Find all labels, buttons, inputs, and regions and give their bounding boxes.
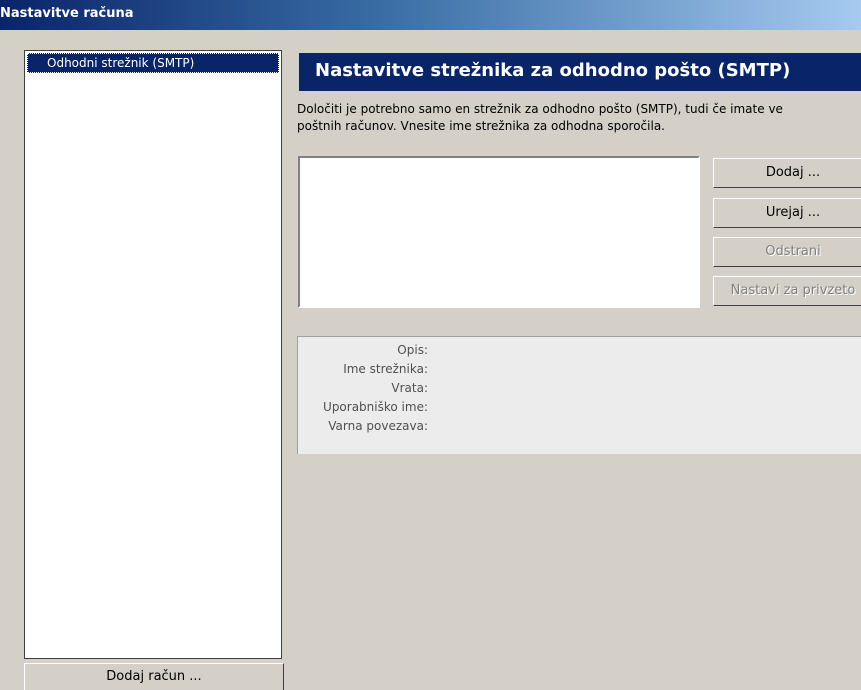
page-title-bar: Nastavitve strežnika za odhodno pošto (S…: [299, 53, 861, 91]
server-details-panel: Opis: Ime strežnika: Vrata: Uporabniško …: [297, 336, 861, 454]
description-line-2: poštnih računov. Vnesite ime strežnika z…: [297, 119, 665, 133]
set-default-button[interactable]: Nastavi za privzeto: [713, 276, 861, 306]
detail-label-description: Opis:: [397, 343, 428, 357]
add-server-label: Dodaj ...: [765, 165, 821, 180]
add-server-button[interactable]: Dodaj ...: [713, 158, 861, 188]
window-title: Nastavitve računa: [0, 6, 134, 21]
sidebar-item-label: Odhodni strežnik (SMTP): [47, 56, 195, 70]
smtp-server-list[interactable]: [298, 156, 700, 308]
detail-label-username: Uporabniško ime:: [323, 400, 428, 414]
window-title-bar: Nastavitve računa: [0, 0, 861, 30]
remove-server-label: Odstrani: [765, 244, 821, 259]
sidebar-item-outgoing-server[interactable]: Odhodni strežnik (SMTP): [27, 53, 279, 73]
detail-label-server-name: Ime strežnika:: [343, 362, 428, 376]
edit-server-label: Urejaj ...: [765, 205, 821, 220]
detail-label-port: Vrata:: [391, 381, 428, 395]
panel-description: Določiti je potrebno samo en strežnik za…: [297, 101, 861, 135]
remove-server-button[interactable]: Odstrani: [713, 237, 861, 267]
add-account-button[interactable]: Dodaj račun ...: [24, 663, 284, 690]
add-account-label: Dodaj račun ...: [106, 669, 202, 684]
detail-label-secure-connection: Varna povezava:: [328, 419, 428, 433]
page-title: Nastavitve strežnika za odhodno pošto (S…: [315, 60, 791, 81]
description-line-1: Določiti je potrebno samo en strežnik za…: [297, 102, 783, 116]
account-list[interactable]: Odhodni strežnik (SMTP): [24, 50, 282, 659]
set-default-label: Nastavi za privzeto: [730, 283, 856, 298]
edit-server-button[interactable]: Urejaj ...: [713, 198, 861, 228]
